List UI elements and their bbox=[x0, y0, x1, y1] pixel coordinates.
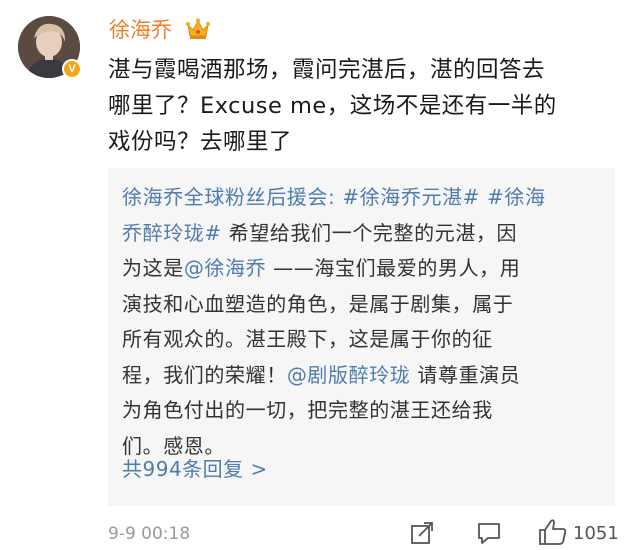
quote-line: 所有观众的。湛王殿下，这是属于你的征 bbox=[122, 322, 607, 358]
quote-line: 徐海乔全球粉丝后援会: #徐海乔元湛# #徐海 bbox=[122, 180, 607, 216]
quote-link[interactable]: #徐海乔元湛# bbox=[342, 185, 480, 209]
quote-line: 为角色付出的一切，把完整的湛王还给我 bbox=[122, 393, 607, 429]
quote-line: 为这是@徐海乔 ——海宝们最爱的男人，用 bbox=[122, 251, 607, 287]
like-count: 1051 bbox=[573, 523, 619, 544]
quoted-comment[interactable]: 徐海乔全球粉丝后援会: #徐海乔元湛# #徐海 乔醉玲珑# 希望给我们一个完整的元… bbox=[108, 168, 615, 506]
quote-text: 所有观众的。湛王殿下，这是属于你的征 bbox=[122, 327, 493, 351]
post-line: 戏份吗？去哪里了 bbox=[108, 129, 293, 155]
quote-text: 为角色付出的一切，把完整的湛王还给我 bbox=[122, 398, 493, 422]
replies-link[interactable]: 共994条回复 > bbox=[122, 455, 268, 483]
quote-text bbox=[480, 185, 487, 209]
post-footer: 9-9 00:18 1051 bbox=[0, 518, 635, 550]
quote-text: ——海宝们最爱的男人，用 bbox=[266, 256, 521, 280]
post-text: 湛与霞喝酒那场，霞问完湛后，湛的回答去 哪里了？Excuse me，这场不是还有… bbox=[108, 52, 623, 160]
quote-line: 程，我们的荣耀！@剧版醉玲珑 请尊重演员 bbox=[122, 358, 607, 394]
quote-link[interactable]: 乔醉玲珑# bbox=[122, 221, 222, 245]
quote-link[interactable]: 徐海乔全球粉丝后援会: bbox=[122, 185, 335, 209]
quoted-comment-text: 徐海乔全球粉丝后援会: #徐海乔元湛# #徐海 乔醉玲珑# 希望给我们一个完整的元… bbox=[122, 180, 607, 464]
verified-badge: V bbox=[62, 59, 82, 79]
crown-icon bbox=[186, 18, 210, 40]
quote-link[interactable]: @徐海乔 bbox=[184, 256, 266, 280]
quote-link[interactable]: @剧版醉玲珑 bbox=[287, 363, 411, 387]
quote-text: 请尊重演员 bbox=[410, 362, 521, 387]
comment-icon[interactable] bbox=[476, 520, 502, 550]
quote-text: 希望给我们一个完整的元湛，因 bbox=[221, 220, 518, 245]
quote-text: 们。感恩。 bbox=[122, 433, 225, 458]
quote-link[interactable]: #徐海 bbox=[487, 185, 546, 209]
quote-line: 演技和心血塑造的角色，是属于剧集，属于 bbox=[122, 287, 607, 323]
post-line: 哪里了？Excuse me，这场不是还有一半的 bbox=[108, 93, 557, 119]
username[interactable]: 徐海乔 bbox=[109, 16, 172, 44]
quote-text: 演技和心血塑造的角色，是属于剧集，属于 bbox=[122, 291, 514, 316]
quote-text: 程，我们的荣耀！ bbox=[122, 362, 287, 387]
share-icon[interactable] bbox=[409, 520, 435, 550]
quote-text: 为这是 bbox=[122, 256, 184, 280]
post-line: 湛与霞喝酒那场，霞问完湛后，湛的回答去 bbox=[108, 57, 546, 83]
thumbs-up-icon[interactable] bbox=[538, 518, 568, 550]
post-timestamp: 9-9 00:18 bbox=[108, 524, 191, 544]
quote-line: 乔醉玲珑# 希望给我们一个完整的元湛，因 bbox=[122, 216, 607, 252]
